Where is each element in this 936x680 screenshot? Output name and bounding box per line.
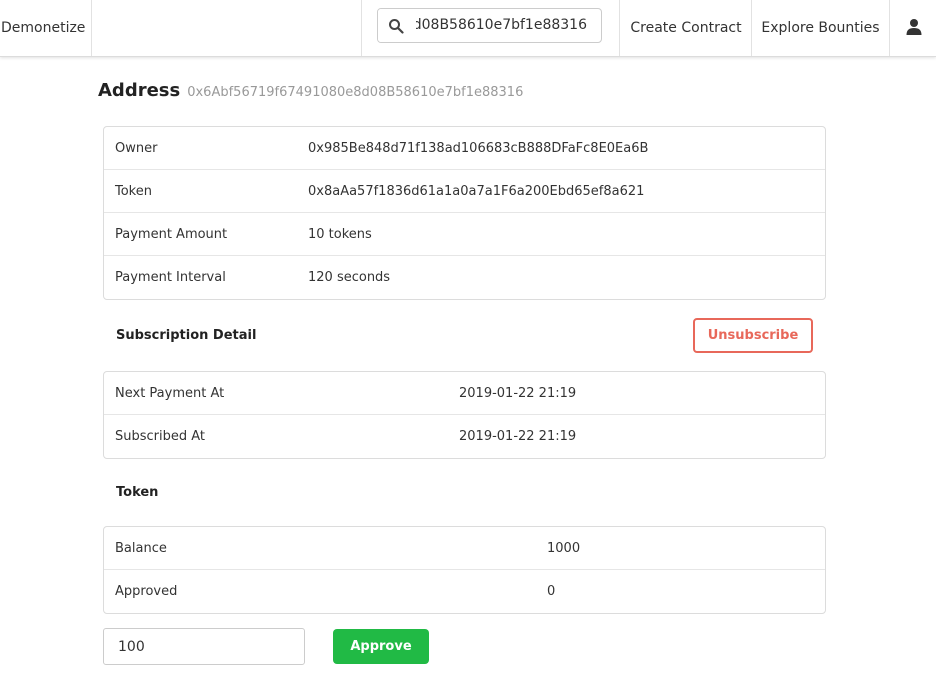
table-row: Owner 0x985Be848d71f138ad106683cB888DFaF… — [104, 127, 825, 170]
row-value: 1000 — [547, 541, 581, 556]
subscription-detail-title: Subscription Detail — [116, 328, 257, 343]
table-row: Payment Interval 120 seconds — [104, 256, 825, 299]
row-value: 120 seconds — [308, 270, 391, 285]
row-label: Subscribed At — [115, 429, 206, 444]
approve-button[interactable]: Approve — [333, 629, 429, 664]
contract-address: 0x6Abf56719f67491080e8d08B58610e7bf1e883… — [187, 85, 524, 100]
unsubscribe-button[interactable]: Unsubscribe — [693, 318, 813, 353]
table-row: Subscribed At 2019-01-22 21:19 — [104, 415, 825, 458]
table-row: Payment Amount 10 tokens — [104, 213, 825, 256]
brand-link[interactable]: Demonetize — [0, 0, 92, 56]
search-icon — [389, 19, 404, 34]
address-heading: Address 0x6Abf56719f67491080e8d08B58610e… — [98, 80, 523, 101]
page-title: Address — [98, 80, 181, 101]
row-value: 0x985Be848d71f138ad106683cB888DFaFc8E0Ea… — [308, 141, 649, 156]
row-value: 2019-01-22 21:19 — [459, 429, 577, 444]
search-input[interactable]: 0x6Abf56719f67491080e8d08B58610e7bf1e883… — [377, 8, 602, 43]
contract-info-table: Owner 0x985Be848d71f138ad106683cB888DFaF… — [103, 126, 826, 300]
nav-explore-bounties[interactable]: Explore Bounties — [751, 0, 890, 56]
brand-label: Demonetize — [1, 20, 86, 36]
nav-create-contract[interactable]: Create Contract — [619, 0, 752, 56]
nav-explore-bounties-label: Explore Bounties — [761, 20, 880, 36]
table-row: Balance 1000 — [104, 527, 825, 570]
table-row: Approved 0 — [104, 570, 825, 613]
table-row: Token 0x8aAa57f1836d61a1a0a7a1F6a200Ebd6… — [104, 170, 825, 213]
row-label: Owner — [115, 141, 158, 156]
row-label: Payment Amount — [115, 227, 228, 242]
top-navbar: Demonetize 0x6Abf56719f67491080e8d08B586… — [0, 0, 936, 57]
token-section-title: Token — [116, 485, 159, 500]
row-value: 2019-01-22 21:19 — [459, 386, 577, 401]
row-label: Token — [115, 184, 152, 199]
approve-amount-input[interactable] — [103, 628, 305, 665]
table-row: Next Payment At 2019-01-22 21:19 — [104, 372, 825, 415]
user-icon[interactable] — [905, 18, 923, 36]
row-value: 0x8aAa57f1836d61a1a0a7a1F6a200Ebd65ef8a6… — [308, 184, 645, 199]
row-label: Payment Interval — [115, 270, 226, 285]
subscription-table: Next Payment At 2019-01-22 21:19 Subscri… — [103, 371, 826, 459]
row-label: Next Payment At — [115, 386, 225, 401]
row-value: 10 tokens — [308, 227, 372, 242]
nav-create-contract-label: Create Contract — [630, 20, 742, 36]
nav-divider — [361, 0, 362, 56]
row-label: Balance — [115, 541, 167, 556]
token-table: Balance 1000 Approved 0 — [103, 526, 826, 614]
row-label: Approved — [115, 584, 178, 599]
row-value: 0 — [547, 584, 556, 599]
